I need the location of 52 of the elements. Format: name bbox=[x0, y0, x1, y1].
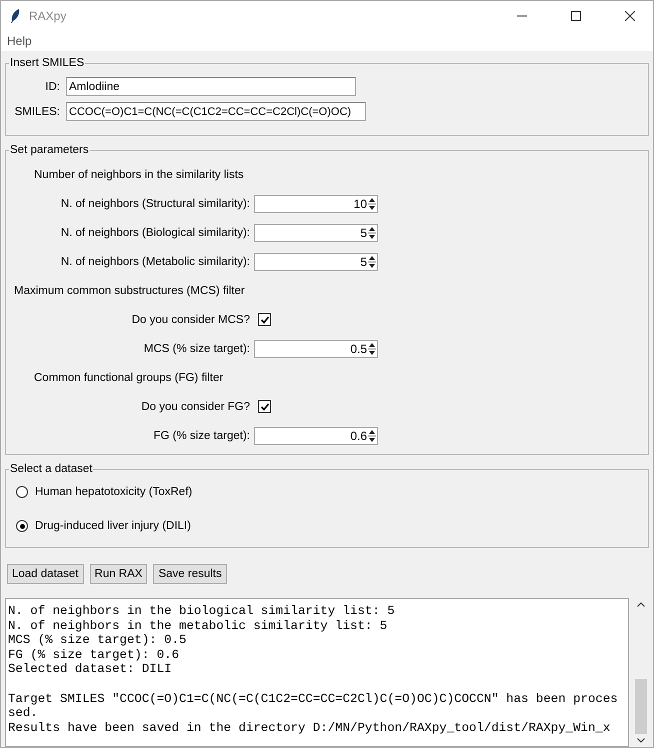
spinbox[interactable]: 0.6 bbox=[254, 426, 378, 444]
group-title: Set parameters bbox=[9, 144, 90, 156]
checkbox-label: Do you consider MCS? bbox=[130, 314, 250, 326]
spinbox[interactable]: 5 bbox=[254, 224, 378, 242]
radio-label[interactable]: Human hepatotoxicity (ToxRef) bbox=[35, 486, 192, 498]
spin-arrows-icon[interactable] bbox=[368, 196, 376, 212]
log-line: sed. bbox=[8, 706, 39, 721]
checkbox[interactable] bbox=[258, 313, 271, 326]
group-title: Insert SMILES bbox=[9, 57, 86, 69]
field-label: N. of neighbors (Metabolic similarity): bbox=[60, 256, 250, 268]
spin-arrows-icon[interactable] bbox=[368, 224, 376, 240]
log-line: N. of neighbors in the metabolic similarity list: 5 bbox=[8, 618, 388, 634]
action-button[interactable]: Load dataset bbox=[7, 564, 84, 584]
group-title: Select a dataset bbox=[9, 463, 94, 475]
log-line: N. of neighbors in the biological similarity list: 5 bbox=[8, 604, 396, 619]
spin-arrows-icon[interactable] bbox=[368, 254, 376, 270]
field-label: MCS (% size target): bbox=[142, 342, 250, 354]
radio-button[interactable] bbox=[16, 486, 28, 498]
scroll-down-icon[interactable] bbox=[637, 738, 645, 743]
radio-button[interactable] bbox=[16, 520, 28, 532]
log-line: Results have been saved in the directory D:/MN/Python/RAXpy_tool/dist/RAXpy_Win_x bbox=[8, 720, 612, 736]
spinbox[interactable]: 5 bbox=[254, 252, 378, 270]
feather-icon bbox=[9, 8, 21, 24]
action-button[interactable]: Run RAX bbox=[90, 564, 148, 584]
spin-arrows-icon[interactable] bbox=[368, 428, 376, 444]
spinbox[interactable]: 0.5 bbox=[254, 340, 378, 358]
maximize-icon[interactable] bbox=[571, 11, 581, 21]
log-line: Target SMILES "CCOC(=O)C1=C(NC(=C(C1C2=CC=CC=C2Cl)C(=O)OC)C)COCCN" has been proces bbox=[8, 692, 619, 706]
log-line: Selected dataset: DILI bbox=[8, 662, 173, 677]
log-line: FG (% size target): 0.6 bbox=[8, 648, 180, 662]
log-line: MCS (% size target): 0.5 bbox=[8, 633, 188, 648]
field-label: ID: bbox=[44, 80, 60, 92]
field-label: FG (% size target): bbox=[152, 430, 250, 442]
spin-arrows-icon[interactable] bbox=[368, 340, 376, 356]
menu-item[interactable]: Help bbox=[7, 34, 32, 48]
window-title: RAXpy bbox=[29, 9, 66, 23]
input-field[interactable]: Amlodiine bbox=[66, 77, 356, 96]
section-heading: Maximum common substructures (MCS) filter bbox=[14, 284, 245, 296]
field-label: N. of neighbors (Structural similarity): bbox=[60, 198, 250, 210]
scroll-up-icon[interactable] bbox=[637, 602, 645, 607]
field-label: N. of neighbors (Biological similarity): bbox=[60, 226, 250, 238]
field-label: SMILES: bbox=[14, 106, 60, 118]
input-field[interactable]: CCOC(=O)C1=C(NC(=C(C1C2=CC=CC=C2Cl)C(=O)OC) bbox=[66, 102, 366, 121]
radio-label[interactable]: Drug-induced liver injury (DILI) bbox=[35, 520, 191, 532]
checkbox[interactable] bbox=[258, 400, 271, 413]
section-heading: Common functional groups (FG) filter bbox=[34, 372, 224, 384]
close-icon[interactable] bbox=[625, 11, 635, 21]
action-button[interactable]: Save results bbox=[153, 564, 227, 584]
spinbox[interactable]: 10 bbox=[254, 194, 378, 212]
checkbox-label: Do you consider FG? bbox=[140, 400, 250, 412]
section-heading: Number of neighbors in the similarity lists bbox=[34, 168, 244, 180]
scrollbar-thumb[interactable] bbox=[635, 679, 647, 734]
